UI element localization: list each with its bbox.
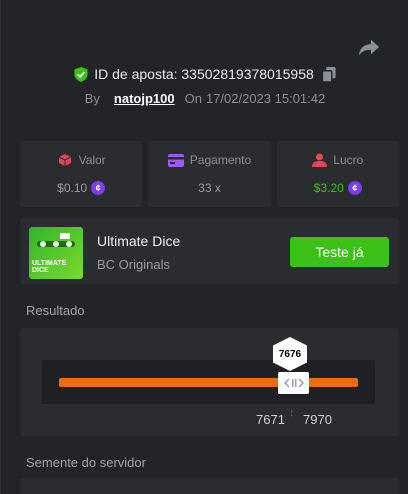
server-seed-field xyxy=(20,478,399,494)
stat-value: $3.20 xyxy=(313,181,344,195)
game-card: ULTIMATE DICE Ultimate Dice BC Originals… xyxy=(20,218,399,284)
stat-value: $0.10 xyxy=(57,181,88,195)
copy-icon[interactable] xyxy=(321,66,336,82)
stat-label: Pagamento xyxy=(189,153,252,167)
bet-details-panel: ID de aposta: 33502819378015958 By natoj… xyxy=(0,0,408,494)
shield-check-icon xyxy=(74,66,88,82)
server-seed-label: Semente do servidor xyxy=(26,455,146,470)
range-low-value: 7671 xyxy=(256,412,285,427)
user-icon xyxy=(312,153,328,167)
result-section-label: Resultado xyxy=(26,303,85,318)
bet-author-row: By natojp100 On 17/02/2023 15:01:42 xyxy=(1,88,408,108)
stat-value: 33 x xyxy=(198,181,221,195)
by-label: By xyxy=(84,90,100,106)
game-thumbnail[interactable]: ULTIMATE DICE xyxy=(29,227,83,279)
try-game-button[interactable]: Teste já xyxy=(290,237,389,267)
range-high-value: 7970 xyxy=(303,412,332,427)
bet-id: ID de aposta: 33502819378015958 xyxy=(94,66,314,82)
game-title: Ultimate Dice xyxy=(97,233,181,249)
dice-icon xyxy=(58,154,71,166)
on-label: On xyxy=(184,90,202,106)
result-range-bar xyxy=(59,378,358,387)
coin-icon: ¢ xyxy=(347,181,362,195)
result-box: 7676 7671 ↕ 7970 xyxy=(20,328,399,436)
bet-id-row: ID de aposta: 33502819378015958 xyxy=(1,64,408,84)
stat-pagamento: Pagamento 33 x xyxy=(148,141,271,207)
username-link[interactable]: natojp100 xyxy=(114,91,175,106)
coin-icon: ¢ xyxy=(91,181,106,195)
stat-label: Lucro xyxy=(333,153,364,167)
thumbnail-text: ULTIMATE DICE xyxy=(32,260,67,274)
bet-date: 17/02/2023 15:01:42 xyxy=(205,90,326,106)
slider-handle[interactable] xyxy=(278,372,309,394)
range-separator-icon: ↕ xyxy=(289,407,295,419)
stat-label: Valor xyxy=(78,153,106,167)
stat-lucro: Lucro $3.20 ¢ xyxy=(276,141,399,207)
share-icon[interactable] xyxy=(358,37,380,57)
card-icon xyxy=(167,153,184,167)
stat-valor: Valor $0.10 ¢ xyxy=(20,141,143,207)
drag-handle-icon xyxy=(283,378,304,388)
bet-stats: Valor $0.10 ¢ Pagamento 33 x Lucro $3.20… xyxy=(20,141,399,207)
game-provider: BC Originals xyxy=(97,257,170,272)
